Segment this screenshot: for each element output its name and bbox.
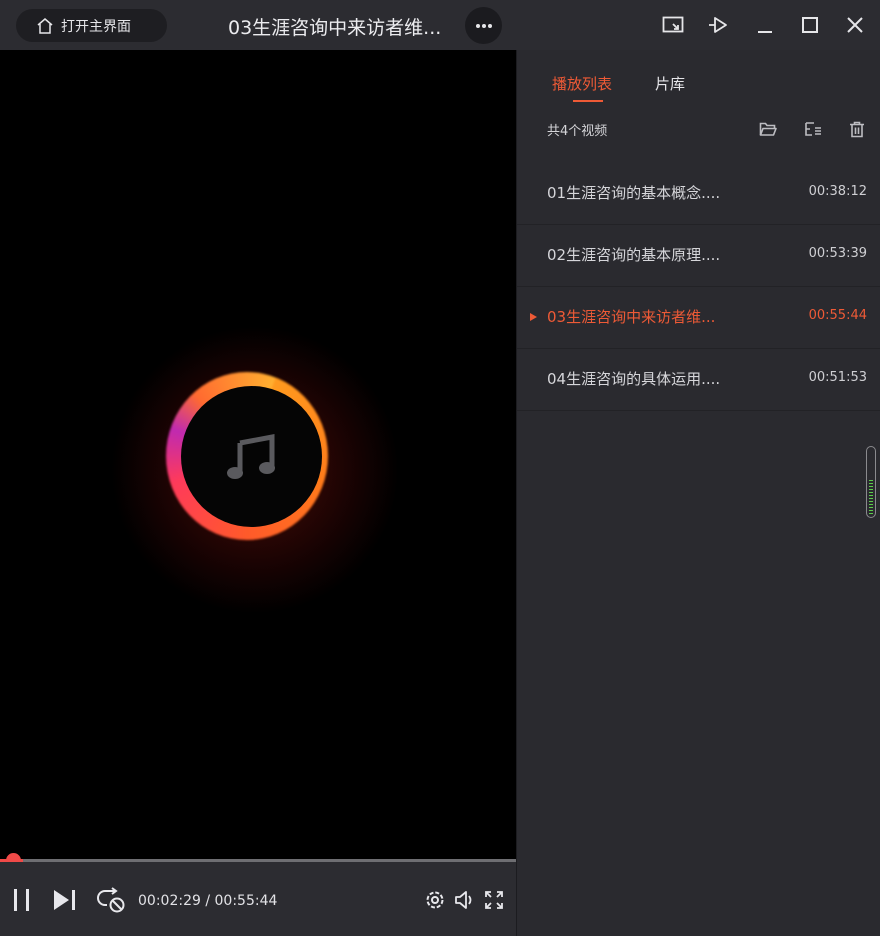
close-icon xyxy=(847,17,863,33)
clear-list-button[interactable] xyxy=(846,118,868,140)
time-display: 00:02:29 / 00:55:44 xyxy=(138,893,277,909)
playlist-mode-button[interactable] xyxy=(802,118,824,140)
total-time: 00:55:44 xyxy=(214,893,278,909)
fullscreen-icon xyxy=(485,891,503,909)
current-time: 00:02:29 xyxy=(138,893,201,909)
settings-icon xyxy=(426,891,444,909)
maximize-button[interactable] xyxy=(797,12,823,38)
playlist-item-duration: 00:53:39 xyxy=(808,246,867,261)
tab-active-underline xyxy=(573,100,603,102)
home-icon xyxy=(37,17,53,34)
volume-button[interactable] xyxy=(453,889,477,911)
side-scroll-handle[interactable] xyxy=(866,446,876,518)
next-icon xyxy=(54,890,75,910)
pin-icon xyxy=(709,17,727,33)
title-bar: 打开主界面 03生涯咨询中来访者维... xyxy=(0,0,880,50)
playlist-panel: 播放列表 片库 共4个视频 01生涯咨询的基本概念.... 00:38:12 0… xyxy=(516,50,880,936)
tab-playlist[interactable]: 播放列表 xyxy=(552,73,612,94)
fullscreen-button[interactable] xyxy=(484,890,504,910)
time-separator: / xyxy=(200,893,215,909)
playlist-icon xyxy=(805,122,821,136)
playlist-item-title: 04生涯咨询的具体运用.... xyxy=(547,370,721,388)
playlist-item-title: 02生涯咨询的基本原理.... xyxy=(547,246,721,264)
mini-mode-button[interactable] xyxy=(660,12,686,38)
next-button[interactable] xyxy=(52,888,78,912)
settings-button[interactable] xyxy=(424,889,446,911)
open-main-window-button[interactable]: 打开主界面 xyxy=(16,9,167,42)
close-button[interactable] xyxy=(842,12,868,38)
playlist-item[interactable]: 01生涯咨询的基本概念.... 00:38:12 xyxy=(517,163,880,225)
audio-disc xyxy=(181,386,322,527)
loop-button[interactable] xyxy=(97,886,127,914)
minimize-button[interactable] xyxy=(752,12,778,38)
more-icon xyxy=(475,23,492,28)
playlist-item[interactable]: 04生涯咨询的具体运用.... 00:51:53 xyxy=(517,349,880,411)
playlist-item-title: 01生涯咨询的基本概念.... xyxy=(547,184,721,202)
control-bar: 00:02:29 / 00:55:44 xyxy=(0,862,516,936)
pause-button[interactable] xyxy=(11,888,33,912)
playlist-item[interactable]: 02生涯咨询的基本原理.... 00:53:39 xyxy=(517,225,880,287)
more-button[interactable] xyxy=(465,7,502,44)
open-folder-button[interactable] xyxy=(757,118,779,140)
playlist-item-duration: 00:55:44 xyxy=(808,308,867,323)
mini-mode-icon xyxy=(662,16,684,33)
pin-button[interactable] xyxy=(705,12,731,38)
playlist: 01生涯咨询的基本概念.... 00:38:12 02生涯咨询的基本原理....… xyxy=(517,163,880,411)
volume-icon xyxy=(455,891,472,909)
playlist-item-duration: 00:38:12 xyxy=(808,184,867,199)
minimize-icon xyxy=(758,31,772,33)
window-title: 03生涯咨询中来访者维... xyxy=(228,17,442,39)
video-area[interactable] xyxy=(0,50,516,860)
open-folder-icon xyxy=(759,122,777,136)
playlist-item-active[interactable]: 03生涯咨询中来访者维... 00:55:44 xyxy=(517,287,880,349)
maximize-icon xyxy=(802,17,818,33)
playlist-item-duration: 00:51:53 xyxy=(808,370,867,385)
open-main-window-label: 打开主界面 xyxy=(61,18,131,35)
tab-library[interactable]: 片库 xyxy=(655,73,685,94)
trash-icon xyxy=(850,121,864,137)
playlist-item-title: 03生涯咨询中来访者维... xyxy=(547,308,716,326)
loop-icon xyxy=(97,887,125,913)
pause-icon xyxy=(14,889,29,911)
now-playing-icon xyxy=(530,313,537,321)
music-note-icon xyxy=(226,433,275,479)
video-count: 共4个视频 xyxy=(547,124,608,139)
